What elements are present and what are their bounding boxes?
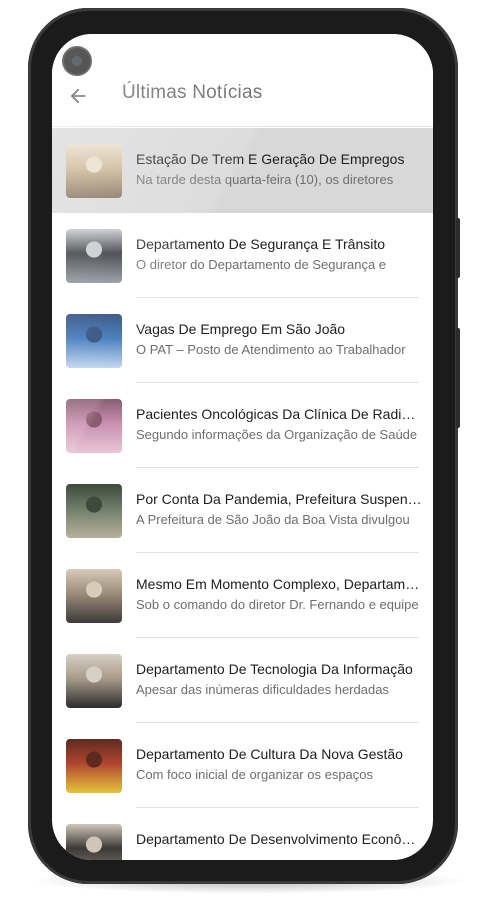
news-thumbnail <box>66 654 122 708</box>
news-item[interactable]: Vagas De Emprego Em São João O PAT – Post… <box>52 298 433 383</box>
news-headline: Estação De Trem E Geração De Empregos <box>136 151 405 167</box>
news-item[interactable]: Departamento De Cultura Da Nova Gestão Co… <box>52 723 433 808</box>
news-text-block: Pacientes Oncológicas Da Clínica De Radi… <box>136 405 422 444</box>
news-thumbnail <box>66 144 122 198</box>
volume-button <box>456 218 460 278</box>
news-summary: Apesar das inúmeras dificuldades herdada… <box>136 682 389 697</box>
news-thumbnail <box>66 399 122 453</box>
news-summary: Sob o comando do diretor Dr. Fernando e … <box>136 597 419 612</box>
news-item[interactable]: Departamento De Tecnologia Da Informação… <box>52 638 433 723</box>
news-item[interactable]: Departamento De Desenvolvimento Econômic… <box>52 808 433 860</box>
page-title: Últimas Notícias <box>122 82 263 103</box>
news-thumbnail <box>66 229 122 283</box>
news-text-block: Departamento De Segurança E Trânsito O di… <box>136 235 422 274</box>
news-headline: Departamento De Segurança E Trânsito <box>136 236 386 252</box>
news-text-block: Estação De Trem E Geração De Empregos Na … <box>136 150 422 189</box>
news-list: Estação De Trem E Geração De Empregos Na … <box>52 128 433 860</box>
news-item[interactable]: Estação De Trem E Geração De Empregos Na … <box>52 128 433 213</box>
front-camera <box>64 48 90 74</box>
news-summary: Com foco inicial de organizar os espaços <box>136 767 374 782</box>
news-text-block: Departamento De Cultura Da Nova Gestão Co… <box>136 745 422 784</box>
news-text-block: Vagas De Emprego Em São João O PAT – Post… <box>136 320 422 359</box>
app-bar: Últimas Notícias <box>52 34 433 127</box>
news-summary: A Prefeitura de São João da Boa Vista di… <box>136 512 410 527</box>
screen: Últimas Notícias Estação De Trem E Geraç… <box>52 34 433 860</box>
arrow-left-icon <box>70 88 86 104</box>
news-headline: Departamento De Tecnologia Da Informação <box>136 661 413 677</box>
news-headline: Mesmo Em Momento Complexo, Departamento <box>136 576 422 592</box>
news-headline: Vagas De Emprego Em São João <box>136 321 346 337</box>
news-item[interactable]: Departamento De Segurança E Trânsito O di… <box>52 213 433 298</box>
news-headline: Departamento De Desenvolvimento Econômic… <box>136 831 422 847</box>
news-summary: O PAT – Posto de Atendimento ao Trabalha… <box>136 342 406 357</box>
news-item[interactable]: Mesmo Em Momento Complexo, Departamento S… <box>52 553 433 638</box>
news-thumbnail <box>66 739 122 793</box>
news-thumbnail <box>66 824 122 860</box>
news-thumbnail <box>66 484 122 538</box>
news-text-block: Departamento De Desenvolvimento Econômic… <box>136 830 422 851</box>
news-item[interactable]: Por Conta Da Pandemia, Prefeitura Suspen… <box>52 468 433 553</box>
news-thumbnail <box>66 314 122 368</box>
news-text-block: Por Conta Da Pandemia, Prefeitura Suspen… <box>136 490 422 529</box>
news-text-block: Mesmo Em Momento Complexo, Departamento S… <box>136 575 422 614</box>
back-button[interactable] <box>62 80 94 112</box>
news-summary: O diretor do Departamento de Segurança e <box>136 257 387 272</box>
news-item[interactable]: Pacientes Oncológicas Da Clínica De Radi… <box>52 383 433 468</box>
news-headline: Departamento De Cultura Da Nova Gestão <box>136 746 403 762</box>
news-headline: Por Conta Da Pandemia, Prefeitura Suspen… <box>136 491 422 507</box>
news-headline: Pacientes Oncológicas Da Clínica De Radi… <box>136 406 422 422</box>
news-text-block: Departamento De Tecnologia Da Informação… <box>136 660 422 699</box>
news-summary: Na tarde desta quarta-feira (10), os dir… <box>136 172 394 187</box>
news-thumbnail <box>66 569 122 623</box>
power-button <box>456 328 460 428</box>
news-summary: Segundo informações da Organização de Sa… <box>136 427 418 442</box>
